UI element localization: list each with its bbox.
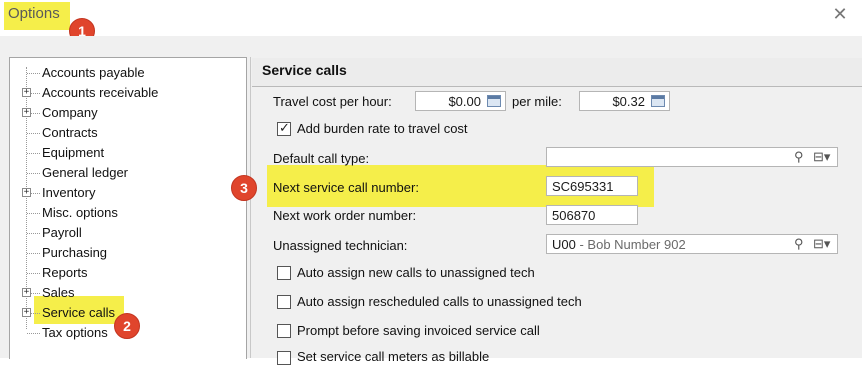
tree-item-label: Tax options <box>42 325 108 340</box>
next-service-call-label: Next service call number: <box>273 180 419 195</box>
tree-connector <box>27 133 40 134</box>
title-bar: Options ✕ <box>0 0 862 36</box>
tree-item-label: Service calls <box>42 305 115 320</box>
annotation-badge-2: 2 <box>114 313 140 339</box>
add-burden-checkbox[interactable]: ✓ <box>277 120 291 136</box>
auto-assign-new-label: Auto assign new calls to unassigned tech <box>297 265 535 280</box>
unassigned-tech-code: U00 <box>552 237 576 252</box>
window-title: Options <box>8 5 60 22</box>
search-icon[interactable]: ⚲ <box>794 149 804 165</box>
lookup-dropdown-icon[interactable]: ⊟▾ <box>813 236 830 252</box>
prompt-before-saving-checkbox[interactable] <box>277 324 291 338</box>
tree-item-label: Accounts receivable <box>42 85 159 100</box>
tree-item-reports[interactable]: Reports <box>10 263 246 283</box>
unassigned-tech-label: Unassigned technician: <box>273 238 408 253</box>
next-work-order-label: Next work order number: <box>273 208 417 223</box>
tree-item-label: Reports <box>42 265 88 280</box>
expand-icon[interactable]: + <box>22 308 31 317</box>
tree-connector <box>27 173 40 174</box>
expand-icon[interactable]: + <box>22 288 31 297</box>
tree-item-accounts-payable[interactable]: Accounts payable <box>10 63 246 83</box>
add-burden-label: Add burden rate to travel cost <box>297 121 468 136</box>
tree-item-accounts-receivable[interactable]: + Accounts receivable <box>10 83 246 103</box>
tree-item-label: Sales <box>42 285 75 300</box>
tree-item-label: Accounts payable <box>42 65 145 80</box>
calculator-icon[interactable] <box>651 95 665 107</box>
tree-connector <box>27 273 40 274</box>
per-mile-label: per mile: <box>512 94 562 109</box>
tree-item-sales[interactable]: + Sales <box>10 283 246 303</box>
lookup-dropdown-icon[interactable]: ⊟▾ <box>813 149 830 165</box>
expand-icon[interactable]: + <box>22 188 31 197</box>
calculator-icon[interactable] <box>487 95 501 107</box>
tree-item-contracts[interactable]: Contracts <box>10 123 246 143</box>
default-call-type-label: Default call type: <box>273 151 370 166</box>
set-meters-checkbox[interactable] <box>277 351 291 365</box>
travel-cost-label: Travel cost per hour: <box>273 94 392 109</box>
tree-item-label: Contracts <box>42 125 98 140</box>
tree-connector <box>27 253 40 254</box>
tree-item-misc-options[interactable]: Misc. options <box>10 203 246 223</box>
tree-item-label: Payroll <box>42 225 82 240</box>
tree-item-label: Company <box>42 105 98 120</box>
tree-item-purchasing[interactable]: Purchasing <box>10 243 246 263</box>
close-icon[interactable]: ✕ <box>830 2 850 26</box>
panel-title: Service calls <box>262 62 347 78</box>
tree-item-label: Equipment <box>42 145 105 160</box>
next-work-order-field[interactable]: 506870 <box>546 205 638 225</box>
tree-connector <box>27 333 40 334</box>
checkmark-icon: ✓ <box>279 120 290 135</box>
auto-assign-new-checkbox[interactable] <box>277 266 291 280</box>
tree-connector <box>27 233 40 234</box>
tree-item-equipment[interactable]: Equipment <box>10 143 246 163</box>
tree-item-label: Misc. options <box>42 205 118 220</box>
tree-item-label: Purchasing <box>42 245 108 260</box>
set-meters-label: Set service call meters as billable <box>297 349 490 364</box>
expand-icon[interactable]: + <box>22 108 31 117</box>
tree-item-company[interactable]: + Company <box>10 103 246 123</box>
tree-item-payroll[interactable]: Payroll <box>10 223 246 243</box>
tree-connector <box>27 73 40 74</box>
tree-item-label: Inventory <box>42 185 96 200</box>
next-service-call-field[interactable]: SC695331 <box>546 176 638 196</box>
panel-header: Service calls <box>252 58 862 87</box>
tree-item-inventory[interactable]: + Inventory <box>10 183 246 203</box>
prompt-before-saving-label: Prompt before saving invoiced service ca… <box>297 323 540 338</box>
expand-icon[interactable]: + <box>22 88 31 97</box>
tree-connector <box>27 153 40 154</box>
tree-item-label: General ledger <box>42 165 128 180</box>
unassigned-tech-name: - Bob Number 902 <box>575 237 686 252</box>
annotation-badge-3: 3 <box>231 175 257 201</box>
tree-connector <box>27 213 40 214</box>
auto-assign-rescheduled-checkbox[interactable] <box>277 295 291 309</box>
tree-item-general-ledger[interactable]: General ledger <box>10 163 246 183</box>
search-icon[interactable]: ⚲ <box>794 236 804 252</box>
auto-assign-rescheduled-label: Auto assign rescheduled calls to unassig… <box>297 294 582 309</box>
